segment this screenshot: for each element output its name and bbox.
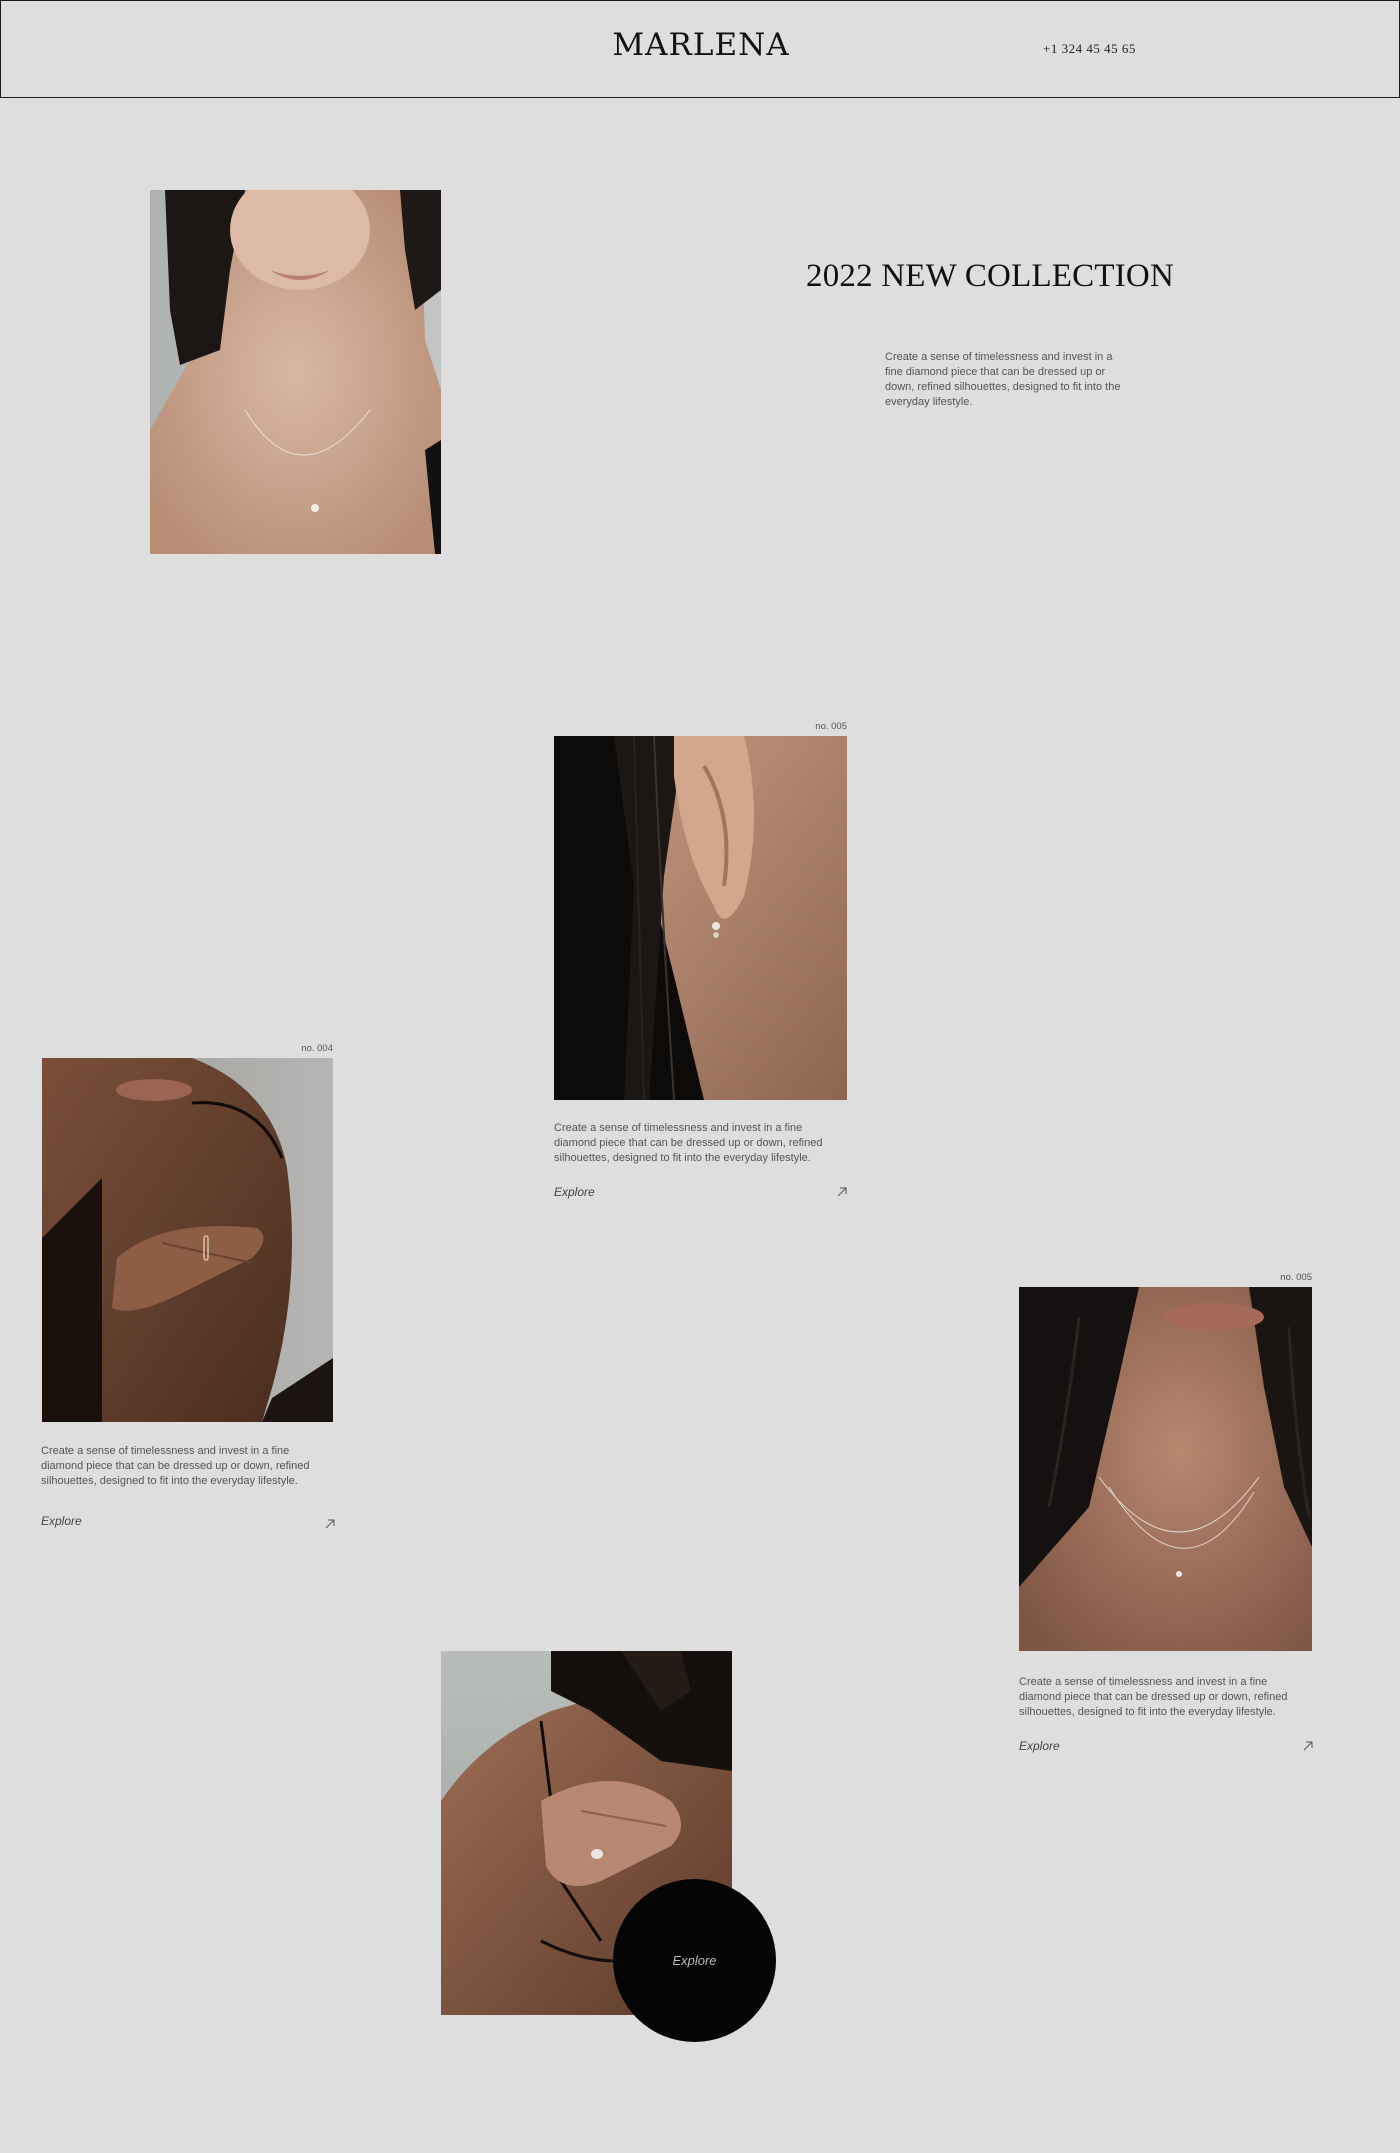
brand-logo[interactable]: MARLENA [1, 27, 1400, 63]
arrow-up-right-icon[interactable] [1302, 1740, 1314, 1752]
arrow-up-right-icon[interactable] [836, 1186, 848, 1198]
explore-link[interactable]: Explore [554, 1185, 595, 1199]
explore-circle-button[interactable]: Explore [613, 1879, 776, 2042]
ring-photo[interactable] [42, 1058, 333, 1422]
explore-link[interactable]: Explore [41, 1514, 82, 1528]
product-number: no. 004 [301, 1043, 333, 1054]
hero-necklace-photo [150, 190, 441, 554]
product-description: Create a sense of timelessness and inves… [41, 1445, 310, 1487]
product-description: Create a sense of timelessness and inves… [554, 1122, 823, 1164]
phone-number[interactable]: +1 324 45 45 65 [1043, 41, 1136, 57]
site-header: MARLENA +1 324 45 45 65 [0, 0, 1400, 98]
layered-necklace-photo[interactable] [1019, 1287, 1312, 1651]
collection-description: Create a sense of timelessness and inves… [885, 351, 1121, 408]
explore-link[interactable]: Explore [1019, 1739, 1060, 1753]
product-description: Create a sense of timelessness and inves… [1019, 1676, 1288, 1718]
product-number: no. 005 [1280, 1272, 1312, 1283]
earring-photo[interactable] [554, 736, 847, 1100]
product-number: no. 005 [815, 721, 847, 732]
collection-title: 2022 NEW COLLECTION [806, 258, 1174, 294]
explore-circle-label: Explore [672, 1953, 717, 1968]
arrow-up-right-icon[interactable] [324, 1518, 336, 1530]
